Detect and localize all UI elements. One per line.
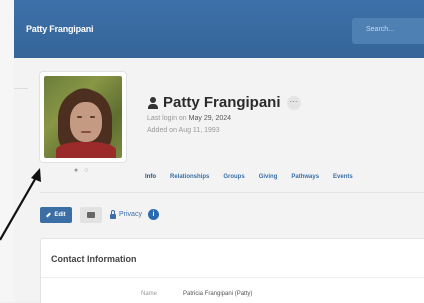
name-field-label: Name xyxy=(141,291,158,297)
info-icon[interactable]: i xyxy=(147,209,159,220)
print-button[interactable] xyxy=(80,207,102,223)
person-icon xyxy=(148,96,158,109)
screen: Patty Frangipani Search... ● ○ Patty Fra… xyxy=(0,0,424,303)
top-bar: Patty Frangipani Search... xyxy=(14,0,424,58)
lock-icon xyxy=(110,209,116,219)
tab-giving[interactable]: Giving xyxy=(259,174,278,180)
tab-pathways[interactable]: Pathways xyxy=(291,174,319,180)
tab-events[interactable]: Events xyxy=(333,174,353,180)
contact-information-card: Contact Information Name Patricia Frangi… xyxy=(40,238,424,303)
app-window: Patty Frangipani Search... ● ○ Patty Fra… xyxy=(14,0,424,303)
last-login: Last login on May 29, 2024 xyxy=(147,115,232,122)
search-input[interactable]: Search... xyxy=(352,18,424,44)
privacy-label: Privacy xyxy=(119,211,142,218)
photo-pager[interactable]: ● ○ xyxy=(74,167,90,174)
name-field-value: Patricia Frangipani (Patty) xyxy=(183,291,253,297)
printer-icon xyxy=(87,212,95,218)
profile-name-row: Patty Frangipani ··· xyxy=(148,94,301,111)
app-title[interactable]: Patty Frangipani xyxy=(26,24,94,34)
profile-photo[interactable] xyxy=(40,72,126,162)
pencil-icon xyxy=(46,212,52,218)
tabs-divider xyxy=(40,192,424,193)
added-date: Added on Aug 11, 1993 xyxy=(147,127,220,134)
card-title: Contact Information xyxy=(51,254,137,264)
edit-button[interactable]: Edit xyxy=(40,207,72,223)
search-placeholder: Search... xyxy=(366,26,395,33)
card-divider xyxy=(41,277,424,278)
profile-tabs: Info Relationships Groups Giving Pathway… xyxy=(145,174,367,180)
edit-button-label: Edit xyxy=(54,212,66,218)
profile-name: Patty Frangipani xyxy=(163,94,281,111)
privacy-link[interactable]: Privacy i xyxy=(110,209,159,220)
outside-area xyxy=(0,0,14,302)
tab-info[interactable]: Info xyxy=(145,174,156,180)
profile-photo-image xyxy=(44,76,122,158)
main-content: ● ○ Patty Frangipani ··· Last login on M… xyxy=(14,58,424,303)
tab-groups[interactable]: Groups xyxy=(223,174,244,180)
last-login-date: May 29, 2024 xyxy=(188,115,232,122)
more-options-button[interactable]: ··· xyxy=(286,95,301,110)
tab-relationships[interactable]: Relationships xyxy=(170,174,209,180)
sidebar-divider xyxy=(14,88,28,89)
